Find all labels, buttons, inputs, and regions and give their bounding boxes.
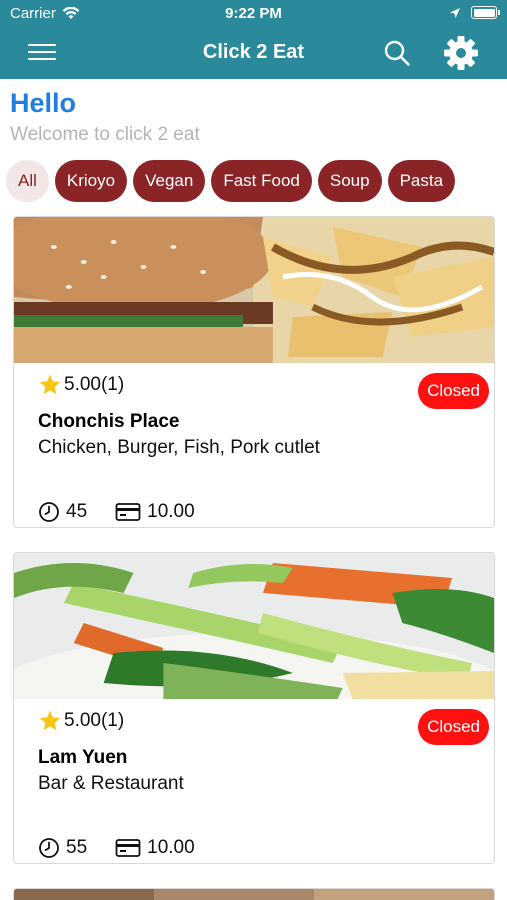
restaurant-card[interactable]: 5.00(1) Closed Chonchis Place Chicken, B… <box>13 216 495 528</box>
clock-icon <box>39 838 59 858</box>
category-chip-fast-food[interactable]: Fast Food <box>211 160 312 202</box>
star-icon <box>39 710 61 731</box>
clock-icon <box>39 502 59 522</box>
credit-card-icon <box>115 503 141 521</box>
category-chip-pasta[interactable]: Pasta <box>387 160 456 202</box>
delivery-time: 55 <box>66 837 88 858</box>
min-order: 10.00 <box>147 837 195 858</box>
category-chip-all[interactable]: All <box>6 160 49 202</box>
status-badge: Closed <box>418 373 489 409</box>
credit-card-icon <box>115 839 141 857</box>
status-badge: Closed <box>418 709 489 745</box>
food-photo <box>14 889 494 900</box>
search-icon[interactable] <box>382 38 412 68</box>
restaurant-name: Lam Yuen <box>38 747 128 768</box>
star-icon <box>39 374 61 395</box>
nav-bar: Click 2 Eat <box>0 28 507 79</box>
restaurant-cuisines: Chicken, Burger, Fish, Pork cutlet <box>38 437 320 458</box>
category-chip-krioyo[interactable]: Krioyo <box>54 160 128 202</box>
battery-icon <box>471 6 500 19</box>
burger-and-fries-photo <box>14 217 494 363</box>
delivery-time: 45 <box>66 501 88 522</box>
vegetable-stir-fry-photo <box>14 553 494 699</box>
restaurant-name: Chonchis Place <box>38 411 180 432</box>
category-chip-vegan[interactable]: Vegan <box>133 160 206 202</box>
restaurant-meta: 45 10.00 <box>38 501 195 523</box>
restaurant-cuisines: Bar & Restaurant <box>38 773 184 794</box>
greeting-title: Hello <box>10 88 77 118</box>
min-order: 10.00 <box>147 501 195 522</box>
app-title: Click 2 Eat <box>202 41 305 63</box>
rating: 5.00(1) <box>38 709 124 733</box>
rating-value: 5.00(1) <box>64 374 125 395</box>
rating-value: 5.00(1) <box>64 710 125 731</box>
restaurant-meta: 55 10.00 <box>38 837 195 859</box>
location-arrow-icon <box>450 7 460 18</box>
status-bar: Carrier 9:22 PM <box>0 0 507 28</box>
gear-icon[interactable] <box>441 33 481 73</box>
status-time: 9:22 PM <box>225 5 282 22</box>
category-filter: All Krioyo Vegan Fast Food Soup Pasta <box>6 160 456 202</box>
restaurant-card[interactable] <box>13 888 495 900</box>
greeting-subtitle: Welcome to click 2 eat <box>10 124 200 145</box>
restaurant-card[interactable]: 5.00(1) Closed Lam Yuen Bar & Restaurant… <box>13 552 495 864</box>
rating: 5.00(1) <box>38 373 124 397</box>
category-chip-soup[interactable]: Soup <box>317 160 382 202</box>
app-header: Carrier 9:22 PM Click 2 Eat <box>0 0 507 79</box>
